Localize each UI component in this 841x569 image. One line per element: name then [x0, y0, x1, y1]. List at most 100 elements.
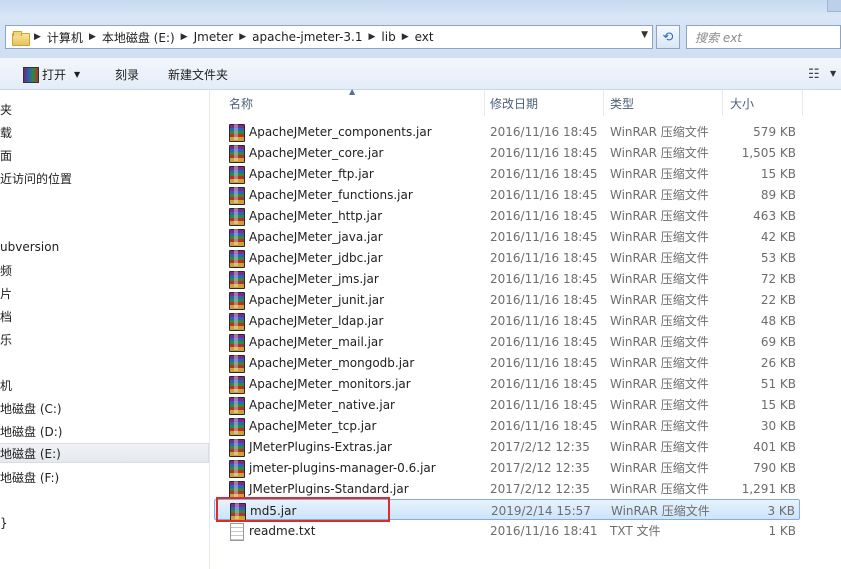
- refresh-button[interactable]: ⟲: [656, 25, 680, 49]
- new-folder-button[interactable]: 新建文件夹: [168, 58, 228, 90]
- nav-item-drive-f[interactable]: 地磁盘 (F:): [0, 467, 59, 487]
- file-type: WinRAR 压缩文件: [611, 504, 710, 518]
- file-name-cell: readme.txt: [228, 520, 315, 541]
- file-type: WinRAR 压缩文件: [610, 461, 709, 475]
- file-name: ApacheJMeter_monitors.jar: [249, 376, 411, 391]
- nav-item-documents[interactable]: 档: [0, 306, 12, 326]
- file-row[interactable]: ApacheJMeter_functions.jar 2016/11/16 18:…: [214, 184, 800, 205]
- chevron-right-icon[interactable]: ▶: [28, 32, 47, 42]
- file-row[interactable]: JMeterPlugins-Standard.jar 2017/2/12 12:3…: [214, 478, 800, 499]
- file-row[interactable]: ApacheJMeter_tcp.jar 2016/11/16 18:45 WinR…: [214, 415, 800, 436]
- window-corner: [827, 0, 841, 12]
- file-size: 42 KB: [760, 229, 796, 244]
- file-type: WinRAR 压缩文件: [610, 440, 709, 454]
- search-input[interactable]: 搜索 ext: [686, 25, 841, 49]
- winrar-archive-icon: [228, 396, 245, 415]
- file-size: 72 KB: [760, 271, 796, 286]
- nav-item-drive-c[interactable]: 地磁盘 (C:): [0, 398, 62, 418]
- file-name: ApacheJMeter_mongodb.jar: [249, 355, 415, 370]
- breadcrumb-apache-jmeter[interactable]: apache-jmeter-3.1: [252, 30, 362, 44]
- chevron-right-icon[interactable]: ▶: [233, 32, 252, 42]
- column-divider[interactable]: [603, 90, 604, 116]
- nav-item-drive-d[interactable]: 地磁盘 (D:): [0, 421, 62, 441]
- view-options-icon[interactable]: ☷: [808, 67, 820, 82]
- breadcrumb-lib[interactable]: lib: [381, 30, 395, 44]
- file-row[interactable]: ApacheJMeter_core.jar 2016/11/16 18:45 Win…: [214, 142, 800, 163]
- file-row[interactable]: ApacheJMeter_jdbc.jar 2016/11/16 18:45 Win…: [214, 247, 800, 268]
- file-name: jmeter-plugins-manager-0.6.jar: [249, 460, 436, 475]
- file-date: 2016/11/16 18:45: [490, 208, 598, 223]
- open-button[interactable]: 打开 ▼: [22, 58, 80, 90]
- column-header-date[interactable]: 修改日期: [490, 90, 538, 116]
- file-row[interactable]: ApacheJMeter_native.jar 2016/11/16 18:45 W…: [214, 394, 800, 415]
- chevron-right-icon[interactable]: ▶: [396, 32, 415, 42]
- nav-item-pictures[interactable]: 片: [0, 283, 12, 303]
- nav-item-favorites[interactable]: 夹: [0, 99, 12, 119]
- file-name: readme.txt: [249, 523, 316, 538]
- winrar-archive-icon: [228, 123, 245, 142]
- file-name-cell: ApacheJMeter_mail.jar: [228, 331, 383, 352]
- file-name-cell: ApacheJMeter_functions.jar: [228, 184, 413, 205]
- file-row[interactable]: ApacheJMeter_mongodb.jar 2016/11/16 18:45…: [214, 352, 800, 373]
- winrar-archive-icon: [228, 291, 245, 310]
- file-row[interactable]: ApacheJMeter_components.jar 2016/11/16 18…: [214, 121, 800, 142]
- file-name: ApacheJMeter_ftp.jar: [249, 166, 374, 181]
- column-divider[interactable]: [722, 90, 723, 116]
- winrar-archive-icon: [228, 312, 245, 331]
- file-row[interactable]: ApacheJMeter_http.jar 2016/11/16 18:45 Win…: [214, 205, 800, 226]
- nav-item-videos[interactable]: 频: [0, 260, 12, 280]
- nav-item-drive-e[interactable]: 地磁盘 (E:): [0, 443, 209, 463]
- burn-button[interactable]: 刻录: [115, 58, 139, 90]
- file-row[interactable]: ApacheJMeter_mail.jar 2016/11/16 18:45 Win…: [214, 331, 800, 352]
- file-row[interactable]: JMeterPlugins-Extras.jar 2017/2/12 12:35 W…: [214, 436, 800, 457]
- column-divider[interactable]: [802, 90, 803, 116]
- nav-item-computer[interactable]: 机: [0, 375, 12, 395]
- file-name: ApacheJMeter_jdbc.jar: [249, 250, 383, 265]
- file-row[interactable]: ApacheJMeter_jms.jar 2016/11/16 18:45 WinR…: [214, 268, 800, 289]
- breadcrumb: ▶ 计算机 ▶ 本地磁盘 (E:) ▶ Jmeter ▶ apache-jmet…: [28, 26, 434, 48]
- chevron-right-icon[interactable]: ▶: [83, 32, 102, 42]
- breadcrumb-drive-e[interactable]: 本地磁盘 (E:): [102, 29, 175, 46]
- winrar-icon: [22, 66, 39, 83]
- chevron-right-icon[interactable]: ▶: [362, 32, 381, 42]
- file-row[interactable]: readme.txt 2016/11/16 18:41 TXT 文件 1 KB: [214, 520, 800, 541]
- breadcrumb-ext[interactable]: ext: [415, 30, 434, 44]
- file-type: WinRAR 压缩文件: [610, 251, 709, 265]
- file-size: 1,505 KB: [741, 145, 796, 160]
- nav-item-recent-places[interactable]: 近访问的位置: [0, 168, 72, 188]
- file-row[interactable]: jmeter-plugins-manager-0.6.jar 2017/2/12 …: [214, 457, 800, 478]
- breadcrumb-computer[interactable]: 计算机: [47, 29, 83, 46]
- file-type: WinRAR 压缩文件: [610, 167, 709, 181]
- file-row[interactable]: ApacheJMeter_junit.jar 2016/11/16 18:45 Wi…: [214, 289, 800, 310]
- column-header-name[interactable]: 名称: [229, 90, 253, 116]
- chevron-down-icon[interactable]: ▼: [74, 70, 80, 79]
- file-type: WinRAR 压缩文件: [610, 314, 709, 328]
- column-header-size[interactable]: 大小: [730, 90, 754, 116]
- command-bar: 打开 ▼ 刻录 新建文件夹 ☷ ▼: [0, 58, 841, 90]
- file-date: 2016/11/16 18:45: [490, 418, 598, 433]
- column-header-type[interactable]: 类型: [610, 90, 634, 116]
- column-divider[interactable]: [484, 90, 485, 116]
- nav-item-music[interactable]: 乐: [0, 329, 12, 349]
- nav-item-network[interactable]: }: [0, 513, 8, 533]
- file-row[interactable]: ApacheJMeter_monitors.jar 2016/11/16 18:4…: [214, 373, 800, 394]
- file-size: 1,291 KB: [741, 481, 796, 496]
- file-type: WinRAR 压缩文件: [610, 125, 709, 139]
- file-row[interactable]: ApacheJMeter_ftp.jar 2016/11/16 18:45 WinR…: [214, 163, 800, 184]
- nav-item-desktop[interactable]: 面: [0, 145, 12, 165]
- chevron-down-icon[interactable]: ▼: [641, 30, 648, 40]
- file-row[interactable]: ApacheJMeter_java.jar 2016/11/16 18:45 Win…: [214, 226, 800, 247]
- file-size: 22 KB: [760, 292, 796, 307]
- winrar-archive-icon: [228, 228, 245, 247]
- file-name-cell: ApacheJMeter_mongodb.jar: [228, 352, 414, 373]
- nav-item-downloads[interactable]: 载: [0, 122, 12, 142]
- address-bar[interactable]: ▶ 计算机 ▶ 本地磁盘 (E:) ▶ Jmeter ▶ apache-jmet…: [5, 25, 653, 49]
- breadcrumb-jmeter[interactable]: Jmeter: [194, 30, 234, 44]
- file-size: 1 KB: [768, 523, 796, 538]
- chevron-right-icon[interactable]: ▶: [175, 32, 194, 42]
- file-type: WinRAR 压缩文件: [610, 146, 709, 160]
- file-row[interactable]: ApacheJMeter_ldap.jar 2016/11/16 18:45 Win…: [214, 310, 800, 331]
- chevron-down-icon[interactable]: ▼: [830, 69, 836, 78]
- nav-item-subversion[interactable]: ubversion: [0, 237, 59, 257]
- file-name-cell: ApacheJMeter_monitors.jar: [228, 373, 411, 394]
